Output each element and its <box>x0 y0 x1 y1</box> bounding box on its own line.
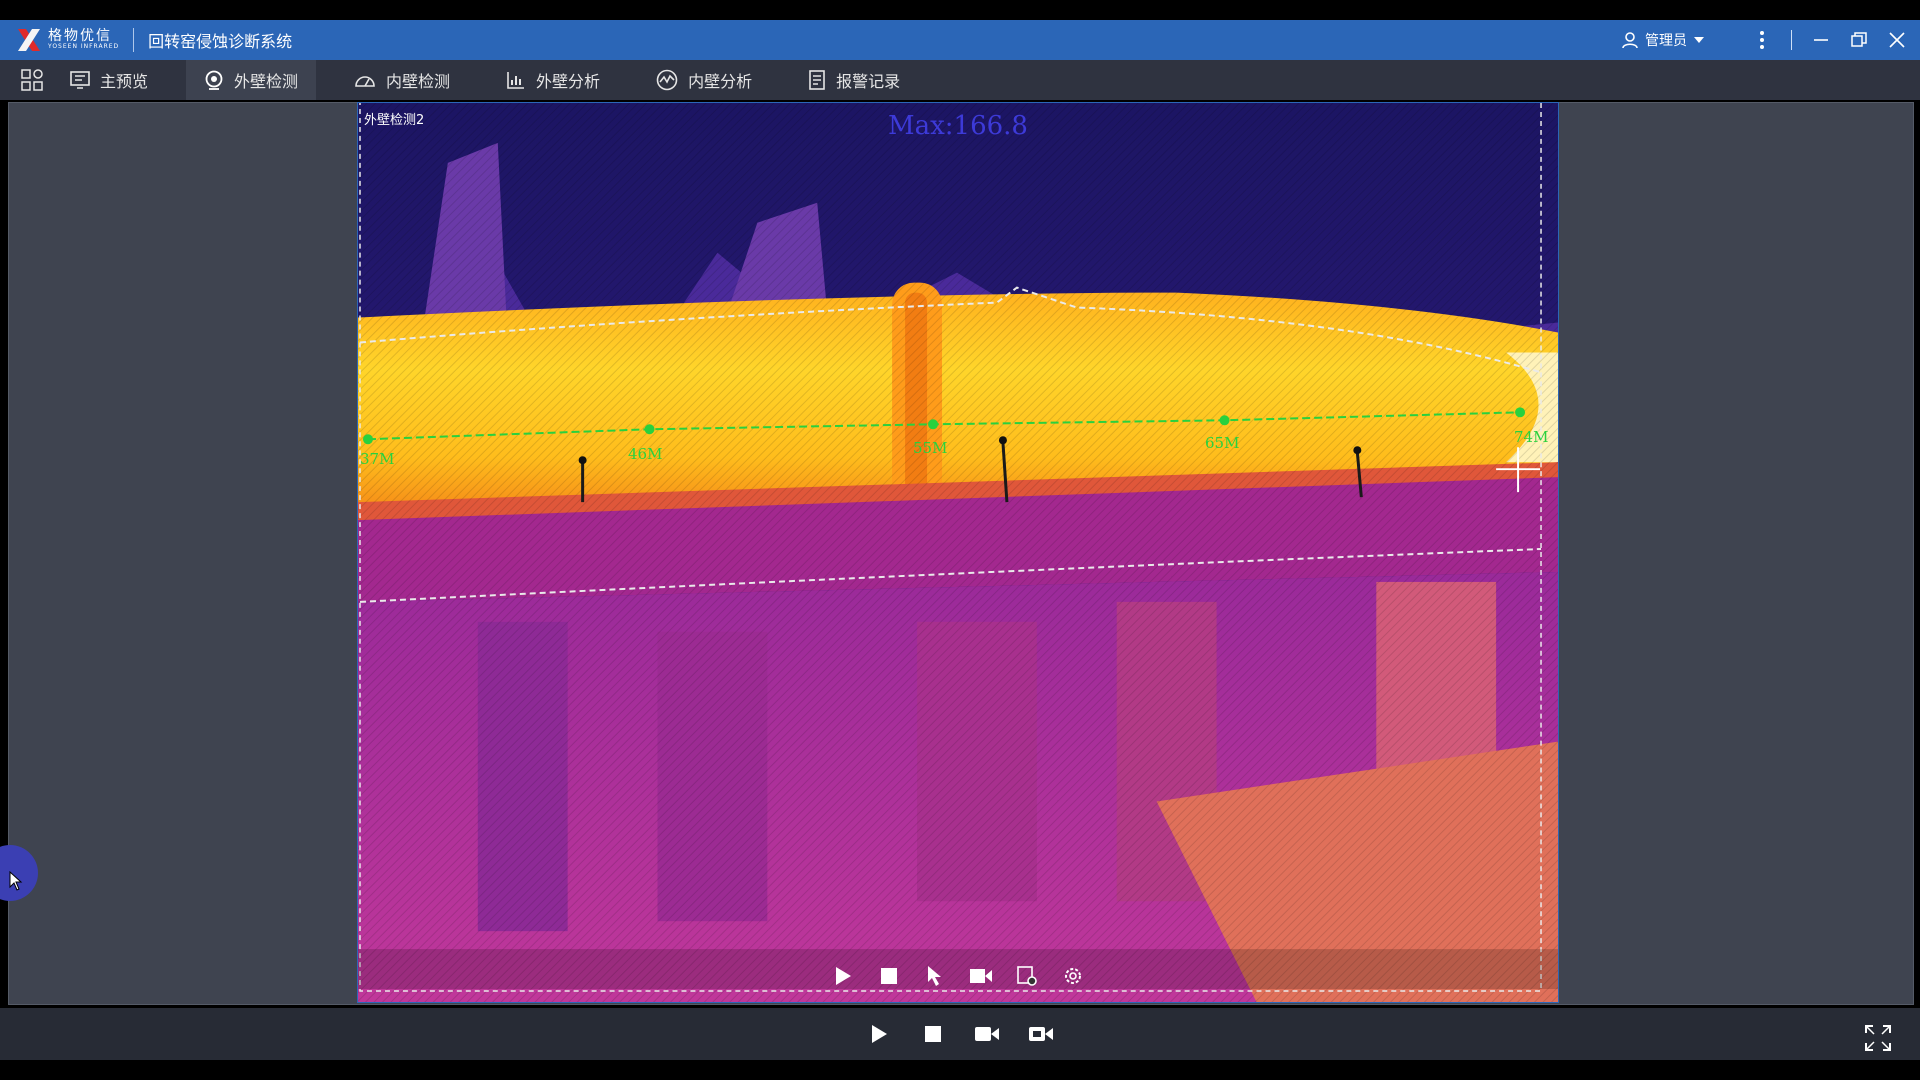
camera-icon <box>205 70 223 90</box>
minimize-icon <box>1814 39 1828 41</box>
thermal-video-viewport[interactable]: 外壁检测2 Max:166.8 37M 46M 55M 65M 74M <box>357 102 1559 1003</box>
app-title: 回转窑侵蚀诊断系统 <box>148 32 293 51</box>
mouse-cursor-icon <box>9 871 23 891</box>
viewport-snapshot-settings-button[interactable] <box>1013 962 1041 990</box>
chart-icon <box>507 72 525 89</box>
restore-button[interactable] <box>1840 20 1878 60</box>
document-icon <box>809 70 825 90</box>
tab-main-preview[interactable]: 主预览 <box>52 60 166 100</box>
stop-icon <box>881 968 897 984</box>
caret-down-icon <box>1694 37 1704 43</box>
restore-icon <box>1851 32 1867 47</box>
title-bar: 格物优信 YOSEEN INFRARED 回转窑侵蚀诊断系统 管理员 <box>0 20 1920 60</box>
tab-label: 报警记录 <box>836 72 901 91</box>
logo-text: 格物优信 <box>48 28 112 44</box>
viewport-record-button[interactable] <box>967 962 995 990</box>
tab-outer-wall-detection[interactable]: 外壁检测 <box>186 60 317 100</box>
max-temperature-readout: Max:166.8 <box>888 111 1028 141</box>
minimize-button[interactable] <box>1802 20 1840 60</box>
camera-button[interactable] <box>972 1019 1002 1049</box>
distance-marker-label: 37M <box>360 450 395 468</box>
viewport-controls <box>358 956 1558 996</box>
distance-marker-label: 46M <box>628 445 663 463</box>
bottom-black-band <box>0 1060 1920 1080</box>
more-vertical-icon <box>1760 31 1764 49</box>
tab-inner-wall-analysis[interactable]: 内壁分析 <box>638 60 770 100</box>
thermal-image <box>358 103 1558 1002</box>
tab-label: 内壁分析 <box>688 72 753 91</box>
wave-icon <box>656 69 678 91</box>
title-divider <box>133 28 135 52</box>
user-icon <box>1622 32 1638 49</box>
viewport-stop-button[interactable] <box>875 962 903 990</box>
tab-label: 内壁检测 <box>386 72 451 91</box>
window-controls-divider <box>1791 30 1792 50</box>
tab-label: 外壁分析 <box>536 72 601 91</box>
distance-marker-label: 55M <box>913 439 948 457</box>
stop-all-button[interactable] <box>918 1019 948 1049</box>
logo-subtext: YOSEEN INFRARED <box>48 43 120 50</box>
close-icon <box>1889 32 1905 48</box>
video-record-button[interactable] <box>1026 1019 1056 1049</box>
close-button[interactable] <box>1878 20 1916 60</box>
tab-outer-wall-analysis[interactable]: 外壁分析 <box>488 60 618 100</box>
viewport-play-button[interactable] <box>829 962 857 990</box>
play-icon <box>836 967 851 985</box>
fullscreen-icon[interactable] <box>1864 1024 1892 1052</box>
more-options-button[interactable] <box>1743 20 1781 60</box>
stop-icon <box>925 1026 941 1042</box>
grid-icon <box>21 69 43 91</box>
gauge-icon <box>355 76 375 87</box>
play-icon <box>872 1025 887 1043</box>
navigation-bar: 主预览 外壁检测 内壁检测 外壁分析 内壁分析 报警记录 <box>0 60 1920 100</box>
user-menu[interactable]: 管理员 <box>1621 30 1705 50</box>
logo-icon <box>18 29 40 51</box>
snapshot-settings-icon <box>1017 966 1037 986</box>
user-name: 管理员 <box>1645 33 1687 49</box>
monitor-icon <box>70 71 90 89</box>
bottom-control-bar <box>0 1008 1920 1060</box>
tab-label: 主预览 <box>100 72 149 91</box>
viewport-pointer-button[interactable] <box>921 962 949 990</box>
distance-marker-label: 74M <box>1514 428 1549 446</box>
viewport-title: 外壁检测2 <box>364 113 425 128</box>
pointer-icon <box>928 966 941 986</box>
gear-icon <box>1065 968 1081 984</box>
tab-inner-wall-detection[interactable]: 内壁检测 <box>336 60 468 100</box>
record-icon <box>970 969 992 983</box>
camera-icon <box>975 1027 999 1041</box>
brand-logo: 格物优信 YOSEEN INFRARED <box>16 27 119 53</box>
distance-marker-label: 65M <box>1205 434 1240 452</box>
viewport-settings-button[interactable] <box>1059 962 1087 990</box>
tab-alarm-records[interactable]: 报警记录 <box>790 60 918 100</box>
video-icon <box>1029 1027 1053 1041</box>
top-black-band <box>0 0 1920 20</box>
tab-label: 外壁检测 <box>234 72 299 91</box>
layout-grid-button[interactable] <box>12 60 52 100</box>
play-all-button[interactable] <box>864 1019 894 1049</box>
